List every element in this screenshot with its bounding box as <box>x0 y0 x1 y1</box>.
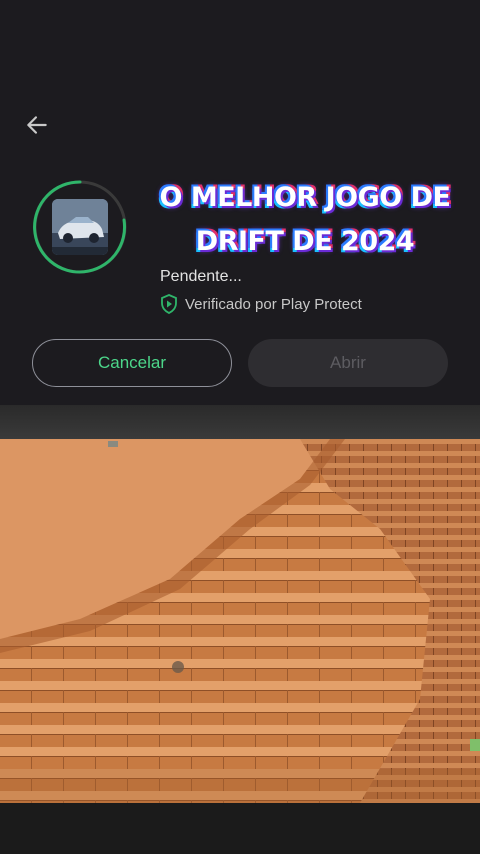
play-protect-badge: Verificado por Play Protect <box>160 294 362 314</box>
game-video-frame <box>0 439 480 803</box>
verified-label: Verificado por Play Protect <box>185 295 362 313</box>
play-protect-shield-icon <box>161 294 177 314</box>
app-icon-progress <box>31 178 129 276</box>
back-button[interactable] <box>18 106 56 144</box>
video-caption: O MELHOR JOGO DE DRIFT DE 2024 <box>150 176 460 264</box>
app-icon <box>52 199 108 255</box>
voxel-terrain-image <box>0 439 480 803</box>
install-status: Pendente... <box>160 268 242 285</box>
cancel-button[interactable]: Cancelar <box>32 339 232 387</box>
bottom-bar <box>0 803 480 854</box>
arrow-left-icon <box>27 116 47 134</box>
open-button[interactable]: Abrir <box>248 339 448 387</box>
caption-line-2: DRIFT DE 2024 <box>195 226 415 257</box>
caption-line-1: O MELHOR JOGO DE <box>159 182 451 213</box>
section-divider <box>0 405 480 439</box>
